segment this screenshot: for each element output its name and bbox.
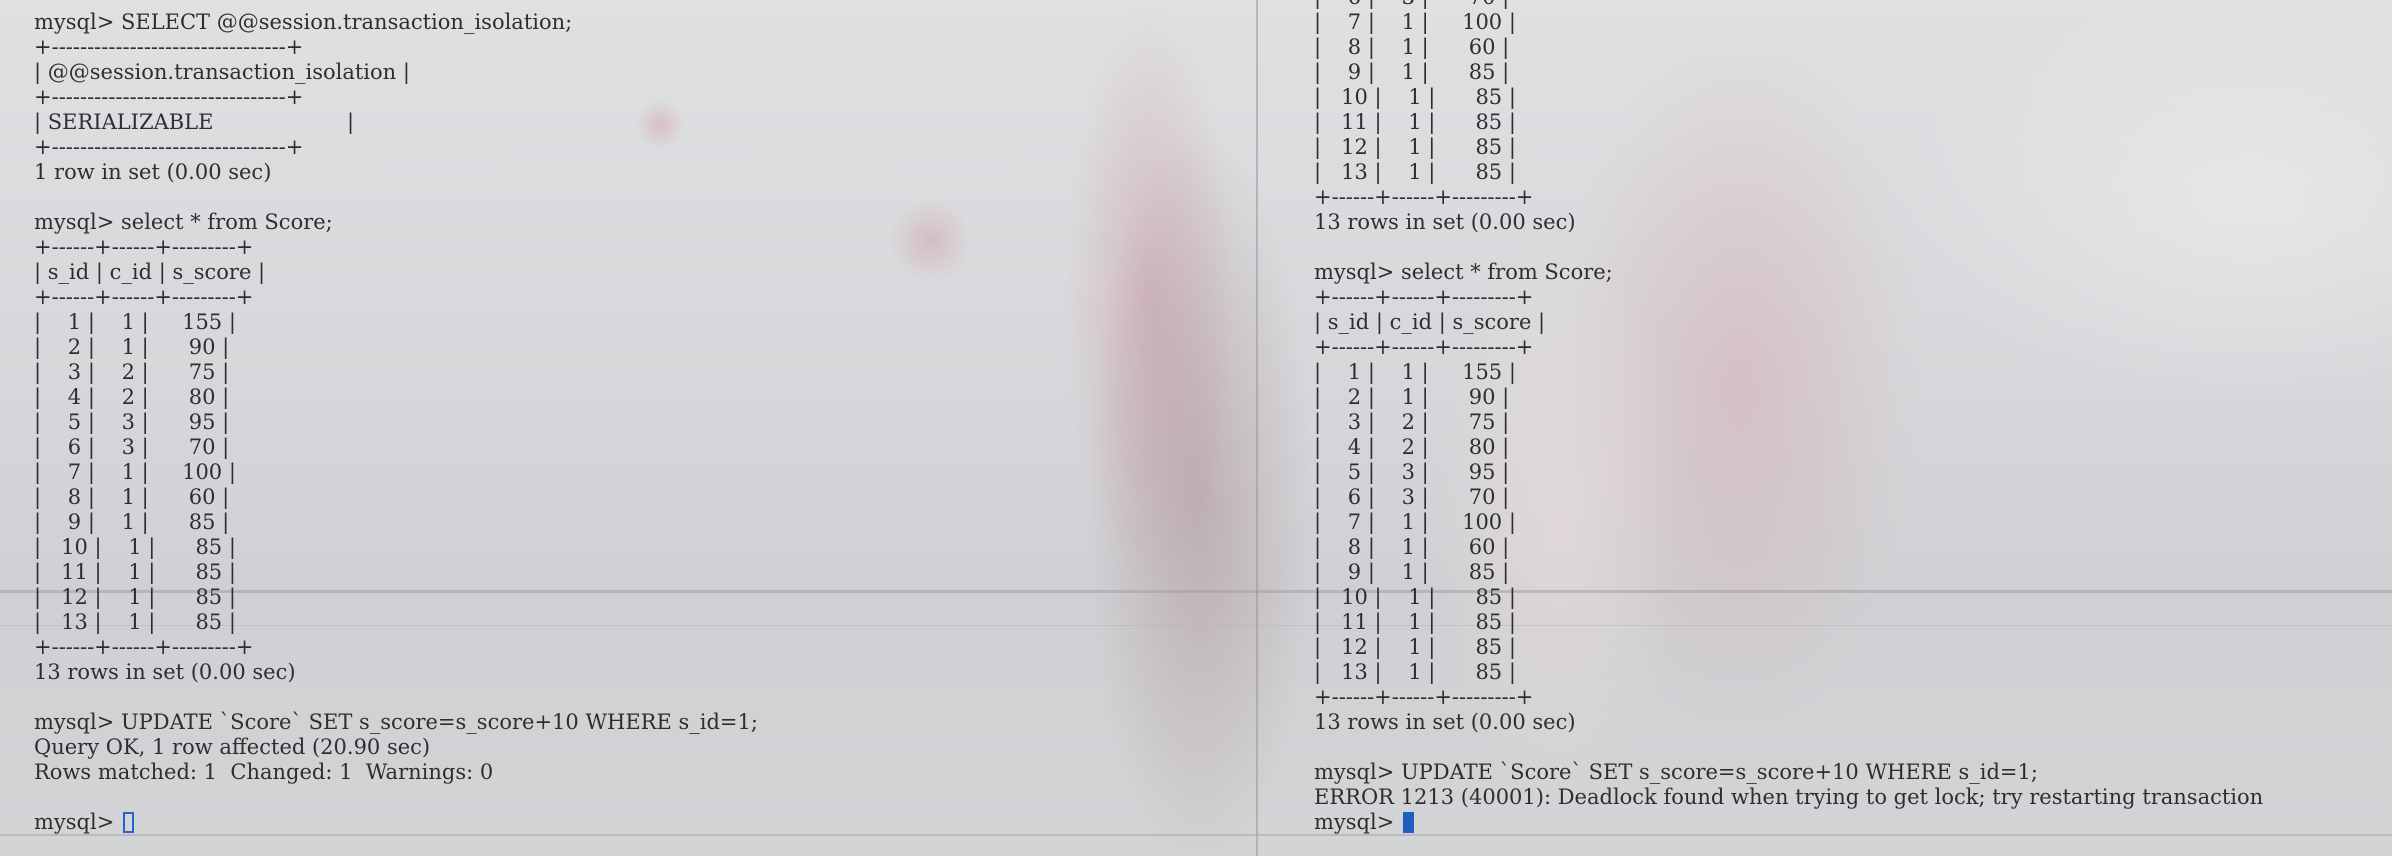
terminal-line: 13 rows in set (0.00 sec) xyxy=(1314,210,1576,234)
text-cursor xyxy=(122,812,134,833)
terminal-line: | 5 | 3 | 95 | xyxy=(1314,460,1510,484)
terminal-line: +------+------+---------+ xyxy=(34,285,254,309)
terminal-line: 13 rows in set (0.00 sec) xyxy=(1314,710,1576,734)
terminal-line: | SERIALIZABLE | xyxy=(34,110,355,134)
terminal-line: | s_id | c_id | s_score | xyxy=(34,260,266,284)
terminal-pane-left[interactable]: mysql> SELECT @@session.transaction_isol… xyxy=(0,0,1256,856)
terminal-line: | s_id | c_id | s_score | xyxy=(1314,310,1546,334)
terminal-line: | 1 | 1 | 155 | xyxy=(1314,360,1516,384)
text-cursor xyxy=(1402,812,1414,833)
terminal-pane-right[interactable]: | 6 | 3 | 70 || 7 | 1 | 100 || 8 | 1 | 6… xyxy=(1258,0,2392,856)
terminal-line: | 10 | 1 | 85 | xyxy=(1314,585,1516,609)
terminal-line: +---------------------------------+ xyxy=(34,135,304,159)
terminal-line: | 10 | 1 | 85 | xyxy=(1314,85,1516,109)
terminal-line: mysql> select * from Score; xyxy=(34,210,333,234)
terminal-line: | 8 | 1 | 60 | xyxy=(1314,35,1510,59)
terminal-output-left: mysql> SELECT @@session.transaction_isol… xyxy=(34,10,758,835)
terminal-line: mysql> UPDATE `Score` SET s_score=s_scor… xyxy=(1314,760,2038,784)
terminal-line: | 13 | 1 | 85 | xyxy=(1314,660,1516,684)
terminal-line: | 4 | 2 | 80 | xyxy=(1314,435,1510,459)
terminal-line: | 3 | 2 | 75 | xyxy=(34,360,230,384)
terminal-line: Rows matched: 1 Changed: 1 Warnings: 0 xyxy=(34,760,494,784)
terminal-line: | 3 | 2 | 75 | xyxy=(1314,410,1510,434)
terminal-line: +------+------+---------+ xyxy=(34,635,254,659)
terminal-line: | 7 | 1 | 100 | xyxy=(1314,10,1516,34)
terminal-line: +------+------+---------+ xyxy=(1314,285,1534,309)
terminal-line: | 13 | 1 | 85 | xyxy=(34,610,236,634)
terminal-line: mysql> select * from Score; xyxy=(1314,260,1613,284)
terminal-line: mysql> SELECT @@session.transaction_isol… xyxy=(34,10,573,34)
terminal-line: | 2 | 1 | 90 | xyxy=(1314,385,1510,409)
terminal-line: | 7 | 1 | 100 | xyxy=(1314,510,1516,534)
terminal-line: | 8 | 1 | 60 | xyxy=(34,485,230,509)
terminal-line: +---------------------------------+ xyxy=(34,35,304,59)
terminal-line: | 8 | 1 | 60 | xyxy=(1314,535,1510,559)
terminal-line: | 4 | 2 | 80 | xyxy=(34,385,230,409)
terminal-line: | 5 | 3 | 95 | xyxy=(34,410,230,434)
terminal-line: +------+------+---------+ xyxy=(1314,685,1534,709)
terminal-line: | 9 | 1 | 85 | xyxy=(34,510,230,534)
terminal-line: | 11 | 1 | 85 | xyxy=(1314,110,1516,134)
terminal-line: mysql> UPDATE `Score` SET s_score=s_scor… xyxy=(34,710,758,734)
terminal-line: | @@session.transaction_isolation | xyxy=(34,60,410,84)
terminal-line: | 6 | 3 | 70 | xyxy=(1314,485,1510,509)
terminal-line: | 13 | 1 | 85 | xyxy=(1314,160,1516,184)
terminal-line: +------+------+---------+ xyxy=(1314,185,1534,209)
terminal-line: | 2 | 1 | 90 | xyxy=(34,335,230,359)
terminal-line: | 1 | 1 | 155 | xyxy=(34,310,236,334)
mysql-prompt: mysql> xyxy=(34,810,121,834)
terminal-line: +---------------------------------+ xyxy=(34,85,304,109)
terminal-line: | 11 | 1 | 85 | xyxy=(1314,610,1516,634)
terminal-line: | 12 | 1 | 85 | xyxy=(1314,635,1516,659)
terminal-line: 1 row in set (0.00 sec) xyxy=(34,160,272,184)
terminal-line: | 12 | 1 | 85 | xyxy=(1314,135,1516,159)
terminal-line: | 11 | 1 | 85 | xyxy=(34,560,236,584)
terminal-line: +------+------+---------+ xyxy=(1314,335,1534,359)
terminal-line: | 10 | 1 | 85 | xyxy=(34,535,236,559)
terminal-line: Query OK, 1 row affected (20.90 sec) xyxy=(34,735,431,759)
prompt-line[interactable]: mysql> xyxy=(34,810,758,835)
terminal-line: ERROR 1213 (40001): Deadlock found when … xyxy=(1314,785,2264,809)
terminal-line: 13 rows in set (0.00 sec) xyxy=(34,660,296,684)
terminal-line: | 6 | 3 | 70 | xyxy=(1314,0,2263,10)
prompt-line[interactable]: mysql> xyxy=(1314,810,2263,835)
terminal-line: | 6 | 3 | 70 | xyxy=(34,435,230,459)
terminal-line: | 9 | 1 | 85 | xyxy=(1314,560,1510,584)
terminal-line: +------+------+---------+ xyxy=(34,235,254,259)
terminal-line: | 9 | 1 | 85 | xyxy=(1314,60,1510,84)
terminal-line: | 7 | 1 | 100 | xyxy=(34,460,236,484)
terminal-output-right: | 6 | 3 | 70 || 7 | 1 | 100 || 8 | 1 | 6… xyxy=(1314,0,2263,835)
mysql-prompt: mysql> xyxy=(1314,810,1401,834)
terminal-line: | 12 | 1 | 85 | xyxy=(34,585,236,609)
